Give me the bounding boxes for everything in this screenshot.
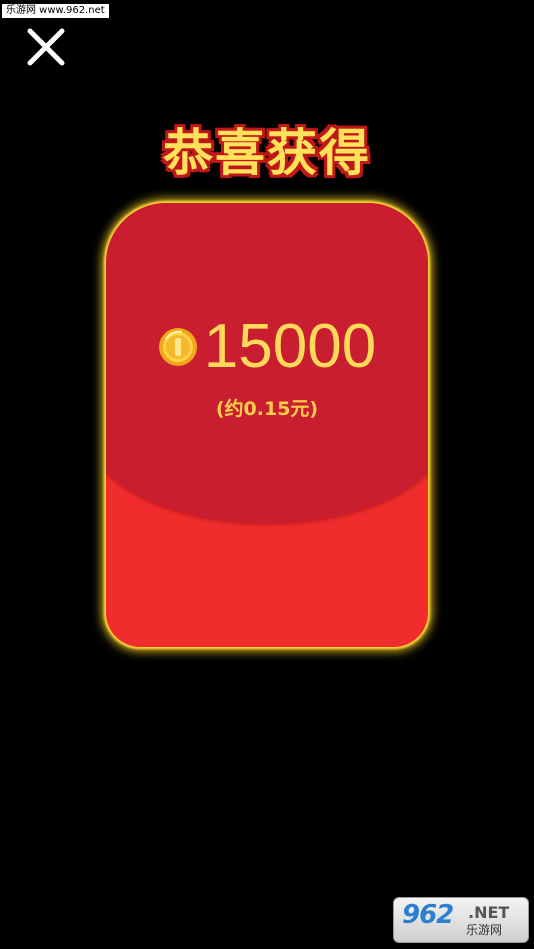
reward-amount-row: 15000 [106,311,428,383]
close-button[interactable] [25,26,67,68]
watermark-logo-cn: 乐游网 [466,923,503,937]
reward-screen: 乐游网 www.962.net 恭喜获得 15000 (约0.15元) 962 … [0,0,534,949]
red-envelope: 15000 (约0.15元) [106,203,428,647]
watermark-top: 乐游网 www.962.net [2,4,109,18]
coin-icon [158,328,197,366]
reward-amount: 15000 [203,312,377,381]
watermark-logo-net: .NET [468,903,510,922]
close-icon [27,28,65,66]
watermark-bottom: 962 .NET 乐游网 [393,897,529,943]
watermark-logo: 962 [402,900,454,930]
reward-approx-value: (约0.15元) [215,398,319,420]
page-title: 恭喜获得 [163,124,371,182]
watermark-logo-number: 962 [402,900,454,930]
